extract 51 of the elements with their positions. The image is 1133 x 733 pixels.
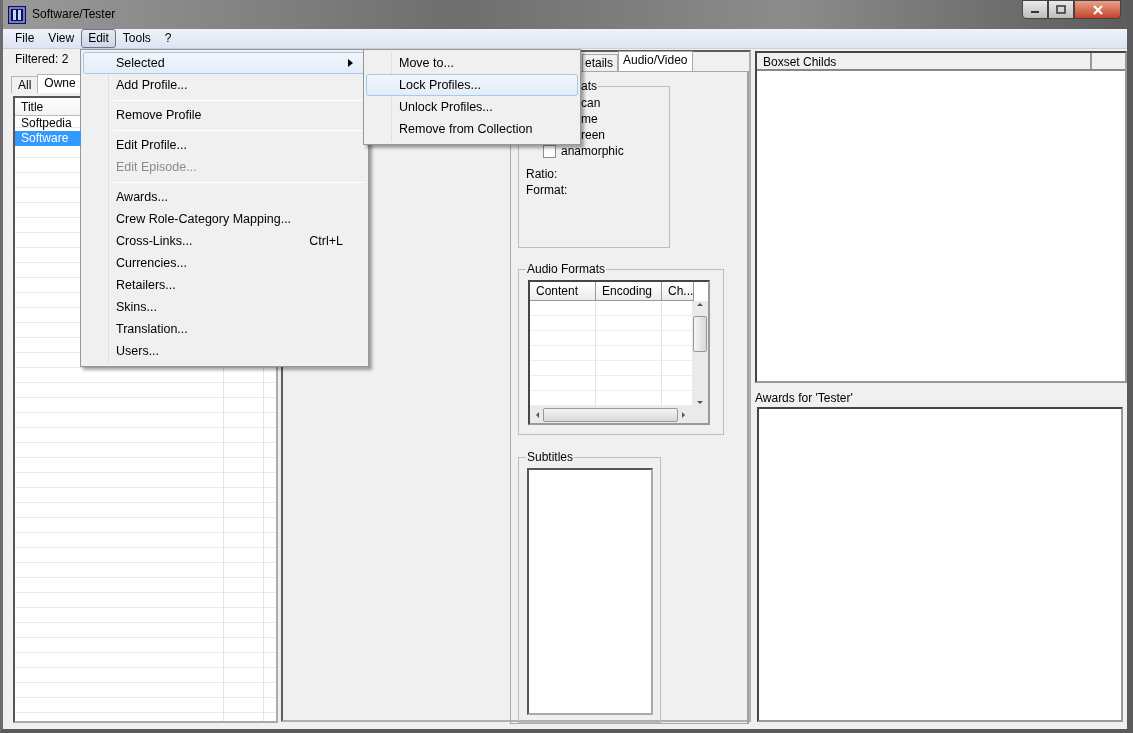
column-header[interactable]: Content (530, 282, 596, 301)
shortcut-text: Ctrl+L (309, 233, 343, 249)
menu-item[interactable]: Lock Profiles... (366, 74, 578, 96)
close-button[interactable] (1074, 0, 1121, 19)
checkbox-label: me (581, 111, 598, 127)
menu-item[interactable]: Remove from Collection (366, 118, 578, 140)
checkbox-label: anamorphic (561, 143, 624, 159)
ratio-label: Ratio: (526, 167, 559, 182)
minimize-button[interactable] (1022, 0, 1048, 19)
app-logo-icon (8, 5, 26, 24)
scroll-right-arrow-icon[interactable] (681, 410, 687, 419)
list-row[interactable]: Softpedia (15, 116, 81, 132)
menu-item[interactable]: Edit Profile... (83, 134, 366, 156)
awards-label: Awards for 'Tester' (755, 391, 854, 406)
filter-status: Filtered: 2 (14, 52, 69, 67)
column-header[interactable]: Ch... (662, 282, 694, 301)
maximize-icon (1056, 5, 1066, 14)
menu-item[interactable]: ? (157, 29, 179, 48)
menu-item[interactable]: Retailers... (83, 274, 366, 296)
menu-item[interactable]: Move to... (366, 52, 578, 74)
menu-item[interactable]: File (8, 29, 42, 48)
vertical-scrollbar[interactable] (692, 301, 708, 406)
checkbox-label: can (581, 95, 601, 111)
close-icon (1091, 4, 1104, 15)
menu-item[interactable]: Unlock Profiles... (366, 96, 578, 118)
menu-item[interactable]: Cross-Links... Ctrl+L (83, 230, 366, 252)
menu-item[interactable]: Tools (115, 29, 158, 48)
menu-item[interactable]: Selected (83, 52, 366, 74)
menu-item[interactable]: Remove Profile (83, 104, 366, 126)
scroll-left-arrow-icon[interactable] (534, 410, 540, 419)
scroll-down-arrow-icon[interactable] (696, 400, 704, 406)
menu-item[interactable]: Edit (81, 29, 116, 48)
menu-item[interactable]: View (41, 29, 82, 48)
format-label: Format: (526, 183, 569, 198)
tab[interactable]: Audio/Video (618, 51, 693, 71)
column-header[interactable]: Encoding (596, 282, 662, 301)
window-title: Software/Tester (32, 7, 116, 22)
tab[interactable]: All (11, 76, 39, 94)
menu-item[interactable]: Translation... (83, 318, 366, 340)
menu-item[interactable]: Skins... (83, 296, 366, 318)
menu-item[interactable]: Currencies... (83, 252, 366, 274)
horizontal-scrollbar[interactable] (530, 406, 708, 423)
menu-item[interactable]: Add Profile... (83, 74, 366, 96)
scroll-up-arrow-icon[interactable] (696, 301, 704, 307)
menu-item[interactable]: Users... (83, 340, 366, 362)
menu-item[interactable]: Crew Role-Category Mapping... (83, 208, 366, 230)
menu-item[interactable]: Awards... (83, 186, 366, 208)
column-header[interactable]: Boxset Childs (757, 53, 1092, 69)
tab[interactable]: Owne (37, 74, 83, 94)
maximize-button[interactable] (1048, 0, 1074, 19)
checkbox-label: reen (581, 127, 606, 143)
